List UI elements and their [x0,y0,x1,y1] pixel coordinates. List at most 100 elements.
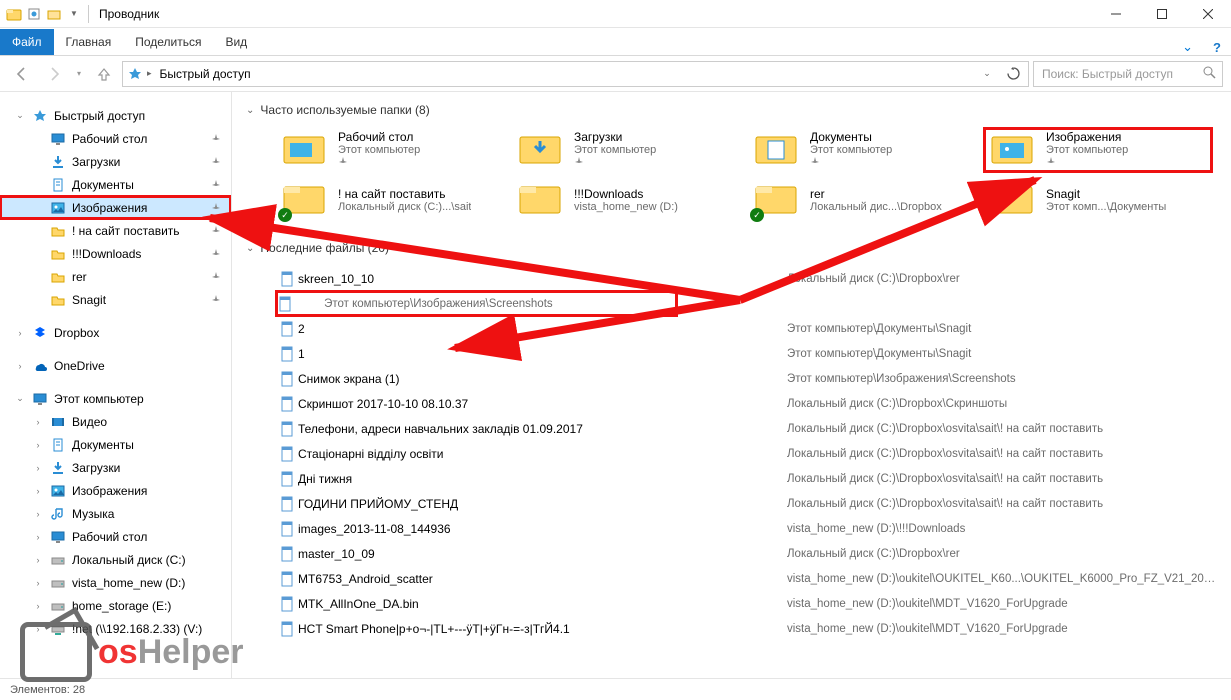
tab-view[interactable]: Вид [213,29,259,55]
sidebar-item-label: ! на сайт поставить [72,224,205,238]
sidebar-item[interactable]: ›Музыка [0,502,231,525]
recent-file-row[interactable]: Дні тижняЛокальный диск (C:)\Dropbox\osv… [276,466,1217,491]
file-path: Локальный диск (C:)\Dropbox\rer [757,548,1217,560]
recent-file-row[interactable]: Снимок экрана (2)Этот компьютер\Изображе… [276,291,677,316]
download-icon [50,154,66,170]
tree-quick-access[interactable]: ⌄ Быстрый доступ [0,104,231,127]
content-pane: ⌄ Часто используемые папки (8) Рабочий с… [232,92,1231,678]
tree-this-pc[interactable]: ⌄ Этот компьютер [0,387,231,410]
pin-icon [211,271,223,283]
sidebar-item-label: Локальный диск (C:) [72,553,223,567]
file-path: Этот компьютер\Документы\Snagit [757,348,1217,360]
sidebar-item[interactable]: ›Документы [0,433,231,456]
tab-file[interactable]: Файл [0,29,54,55]
sidebar-item[interactable]: ›Видео [0,410,231,433]
folder-icon [50,292,66,308]
file-path: vista_home_new (D:)\!!!Downloads [757,523,1217,535]
help-icon[interactable]: ? [1203,40,1231,55]
frequent-folder[interactable]: ДокументыЭтот компьютер [748,128,976,172]
frequent-folders-header[interactable]: ⌄ Часто используемые папки (8) [246,98,1217,122]
breadcrumb-current[interactable]: Быстрый доступ [156,67,255,81]
star-icon [32,108,48,124]
file-icon [276,371,298,387]
file-path: Этот компьютер\Изображения\Screenshots [757,373,1217,385]
close-button[interactable] [1185,0,1231,28]
recent-file-row[interactable]: Скриншот 2017-10-10 08.10.37Локальный ди… [276,391,1217,416]
frequent-folder[interactable]: rerЛокальный дис...\Dropbox✓ [748,178,976,222]
qat-dropdown-icon[interactable]: ▼ [66,6,82,22]
tab-home[interactable]: Главная [54,29,124,55]
docs-icon [50,177,66,193]
recent-file-row[interactable]: Снимок экрана (1)Этот компьютер\Изображе… [276,366,1217,391]
sidebar-item[interactable]: Загрузки [0,150,231,173]
file-icon [276,296,294,312]
watermark: osHelper [20,622,244,682]
recent-files-header[interactable]: ⌄ Последние файлы (20) [246,236,1217,260]
file-path: Локальный диск (C:)\Dropbox\osvita\sait\… [757,448,1217,460]
folder-icon [50,269,66,285]
qat-properties-icon[interactable] [26,6,42,22]
frequent-folder[interactable]: ИзображенияЭтот компьютер [984,128,1212,172]
tree-onedrive[interactable]: › OneDrive [0,354,231,377]
address-bar[interactable]: ▸ Быстрый доступ ⌄ [122,61,1029,87]
nav-recent-dropdown[interactable]: ▾ [72,60,86,88]
folder-icon [516,180,564,220]
folder-name: rer [810,187,942,201]
nav-forward-button[interactable] [40,60,68,88]
search-input[interactable] [1040,66,1203,82]
sidebar-item[interactable]: !!!Downloads [0,242,231,265]
qat-newfolder-icon[interactable] [46,6,62,22]
recent-file-row[interactable]: HCT Smart Phone|p+o¬-|TL+---ÿT|+ÿΓн-=-з|… [276,616,1217,641]
frequent-folder[interactable]: Рабочий столЭтот компьютер [276,128,504,172]
sidebar-item[interactable]: ›Локальный диск (C:) [0,548,231,571]
frequent-folder[interactable]: SnagitЭтот комп...\Документы [984,178,1212,222]
file-name: 1 [298,347,757,361]
sidebar-item[interactable]: Рабочий стол [0,127,231,150]
refresh-icon[interactable] [1002,63,1024,85]
sidebar-item[interactable]: ! на сайт поставить [0,219,231,242]
sidebar-item[interactable]: ›Рабочий стол [0,525,231,548]
frequent-folder[interactable]: ЗагрузкиЭтот компьютер [512,128,740,172]
folder-location: Локальный дис...\Dropbox [810,201,942,213]
recent-file-row[interactable]: MT6753_Android_scattervista_home_new (D:… [276,566,1217,591]
search-box[interactable] [1033,61,1223,87]
pin-icon [211,225,223,237]
recent-file-row[interactable]: ГОДИНИ ПРИЙОМУ_СТЕНДЛокальный диск (C:)\… [276,491,1217,516]
sidebar-item-label: home_storage (E:) [72,599,223,613]
sidebar-item[interactable]: ›Изображения [0,479,231,502]
sidebar-item[interactable]: Документы [0,173,231,196]
tree-dropbox[interactable]: › Dropbox [0,321,231,344]
recent-file-row[interactable]: MTK_AllInOne_DA.binvista_home_new (D:)\o… [276,591,1217,616]
nav-back-button[interactable] [8,60,36,88]
sidebar-item[interactable]: rer [0,265,231,288]
recent-file-row[interactable]: Телефони, адреси навчальних закладів 01.… [276,416,1217,441]
ribbon-expand-icon[interactable]: ⌄ [1172,39,1203,55]
recent-file-row[interactable]: skreen_10_10Локальный диск (C:)\Dropbox\… [276,266,1217,291]
pin-icon [211,294,223,306]
file-name: MTK_AllInOne_DA.bin [298,597,757,611]
recent-file-row[interactable]: 2Этот компьютер\Документы\Snagit [276,316,1217,341]
minimize-button[interactable] [1093,0,1139,28]
sidebar-item[interactable]: Изображения [0,196,231,219]
folder-name: ! на сайт поставить [338,187,471,201]
search-icon[interactable] [1203,66,1216,82]
tab-share[interactable]: Поделиться [123,29,213,55]
folder-icon [752,130,800,170]
sidebar-item-label: Рабочий стол [72,132,205,146]
nav-up-button[interactable] [90,60,118,88]
recent-file-row[interactable]: 1Этот компьютер\Документы\Snagit [276,341,1217,366]
pin-icon [211,179,223,191]
sidebar-item[interactable]: ›vista_home_new (D:) [0,571,231,594]
frequent-folder[interactable]: ! на сайт поставитьЛокальный диск (C:)..… [276,178,504,222]
recent-file-row[interactable]: Стаціонарні відділу освітиЛокальный диск… [276,441,1217,466]
sidebar-item[interactable]: ›Загрузки [0,456,231,479]
folder-name: Snagit [1046,187,1166,201]
recent-file-row[interactable]: images_2013-11-08_144936vista_home_new (… [276,516,1217,541]
sidebar-item[interactable]: ›home_storage (E:) [0,594,231,617]
maximize-button[interactable] [1139,0,1185,28]
address-dropdown-icon[interactable]: ⌄ [976,63,998,85]
recent-file-row[interactable]: master_10_09Локальный диск (C:)\Dropbox\… [276,541,1217,566]
folder-location: Этот компьютер [1046,144,1128,156]
frequent-folder[interactable]: !!!Downloadsvista_home_new (D:) [512,178,740,222]
sidebar-item[interactable]: Snagit [0,288,231,311]
